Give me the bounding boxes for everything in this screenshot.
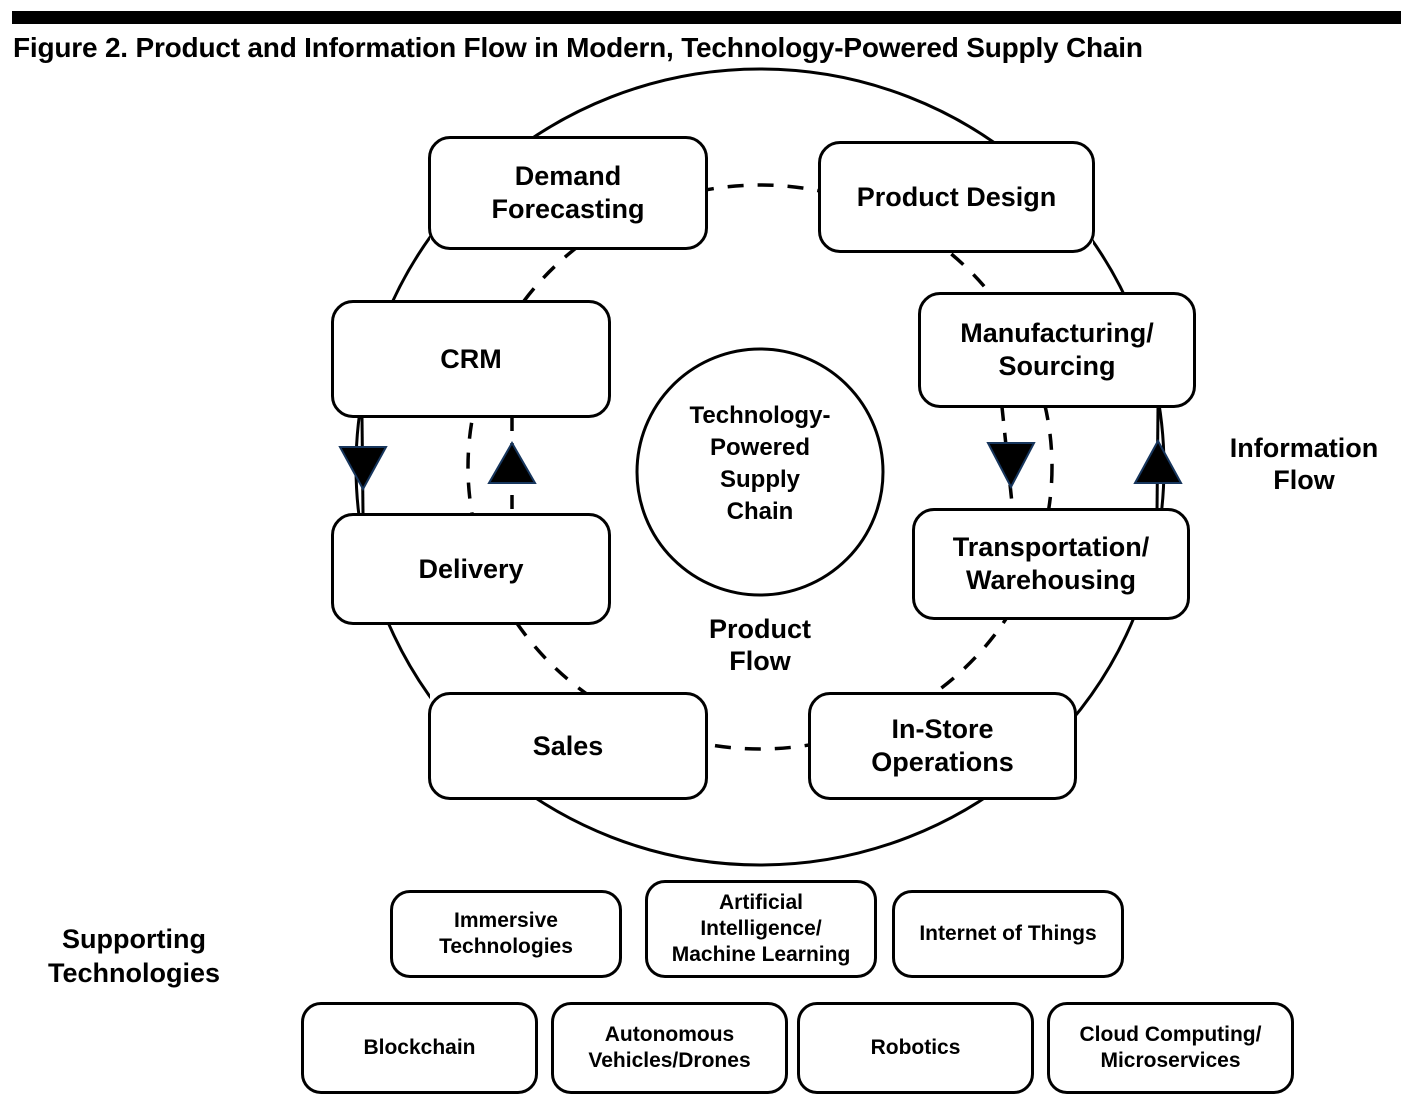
information-flow-label-line2: Flow — [1273, 465, 1335, 496]
node-in-store-operations[interactable]: In-Store Operations — [808, 692, 1077, 800]
information-flow-label: Information Flow — [1204, 432, 1404, 497]
supporting-technologies-section-label: Supporting Technologies — [26, 923, 242, 991]
tech-robotics[interactable]: Robotics — [797, 1002, 1034, 1094]
connector-transportation-to-manufacturing-solid — [1155, 406, 1160, 514]
tech-ai-ml-line2: Intelligence/ — [700, 916, 822, 940]
center-circle-label-line4: Chain — [726, 498, 794, 526]
node-delivery-line1: Delivery — [418, 553, 524, 584]
connector-crm-to-delivery-solid — [360, 416, 365, 514]
information-flow-label-line1: Information — [1229, 433, 1379, 463]
node-in-store-operations-line2: Operations — [871, 747, 1014, 777]
tech-immersive-technologies-line2: Technologies — [439, 935, 573, 958]
tech-autonomous-vehicles-drones[interactable]: Autonomous Vehicles/Drones — [551, 1002, 788, 1094]
tech-ai-ml-line3: Machine Learning — [671, 943, 851, 967]
tech-blockchain[interactable]: Blockchain — [301, 1002, 538, 1094]
tech-artificial-intelligence-machine-learning[interactable]: Artificial Intelligence/ Machine Learnin… — [645, 880, 877, 978]
node-demand-forecasting[interactable]: Demand Forecasting — [428, 136, 708, 250]
node-in-store-operations-line1: In-Store — [891, 714, 994, 745]
tech-autonomous-vehicles-drones-line2: Vehicles/Drones — [588, 1049, 751, 1072]
node-product-design[interactable]: Product Design — [818, 141, 1095, 253]
supporting-technologies-label-line1: Supporting — [62, 924, 206, 954]
tech-ai-ml-line1: Artificial — [718, 890, 804, 914]
node-transportation-warehousing[interactable]: Transportation/ Warehousing — [912, 508, 1190, 620]
node-manufacturing-sourcing-line2: Sourcing — [998, 351, 1116, 381]
center-circle-label-line3: Supply — [719, 466, 800, 494]
top-rule-divider — [12, 11, 1401, 24]
node-manufacturing-sourcing[interactable]: Manufacturing/ Sourcing — [918, 292, 1196, 408]
product-flow-label-line1: Product — [708, 614, 811, 644]
tech-immersive-technologies-line1: Immersive — [454, 908, 558, 932]
node-crm-line1: CRM — [440, 343, 502, 374]
node-manufacturing-sourcing-line1: Manufacturing/ — [960, 318, 1154, 349]
node-delivery[interactable]: Delivery — [331, 513, 611, 625]
figure-title: Figure 2. Product and Information Flow i… — [13, 32, 1143, 63]
arrow-product-flow-right-up — [1133, 438, 1183, 484]
connector-manufacturing-to-transportation-dashed — [1000, 406, 1015, 514]
center-circle-label-line1: Technology- — [689, 402, 831, 429]
node-demand-forecasting-line1: Demand — [514, 161, 622, 192]
node-sales-line1: Sales — [532, 730, 604, 761]
product-flow-label-line2: Flow — [729, 646, 791, 677]
node-demand-forecasting-line2: Forecasting — [491, 194, 645, 224]
arrow-information-flow-right-down — [986, 442, 1036, 490]
supporting-technologies-label-line2: Technologies — [47, 957, 221, 988]
tech-blockchain-line1: Blockchain — [363, 1035, 476, 1059]
tech-robotics-line1: Robotics — [870, 1035, 961, 1059]
tech-internet-of-things-line1: Internet of Things — [919, 921, 1097, 945]
node-transportation-warehousing-line2: Warehousing — [965, 565, 1136, 595]
center-circle-label: Technology- Powered Supply Chain — [660, 400, 860, 529]
center-circle-label-line2: Powered — [709, 434, 811, 462]
tech-cloud-computing-microservices[interactable]: Cloud Computing/ Microservices — [1047, 1002, 1294, 1094]
arrow-information-flow-left-up — [487, 440, 537, 484]
tech-internet-of-things[interactable]: Internet of Things — [892, 890, 1124, 978]
product-flow-label: Product Flow — [660, 613, 860, 678]
tech-cloud-computing-line2: Microservices — [1100, 1049, 1241, 1072]
node-crm[interactable]: CRM — [331, 300, 611, 418]
arrow-product-flow-left-down — [338, 446, 388, 492]
tech-cloud-computing-line1: Cloud Computing/ — [1079, 1022, 1262, 1046]
node-sales[interactable]: Sales — [428, 692, 708, 800]
tech-autonomous-vehicles-drones-line1: Autonomous — [604, 1022, 735, 1046]
node-transportation-warehousing-line1: Transportation/ — [952, 532, 1150, 563]
node-product-design-line1: Product Design — [856, 181, 1057, 212]
figure-canvas: Figure 2. Product and Information Flow i… — [0, 0, 1413, 1112]
tech-immersive-technologies[interactable]: Immersive Technologies — [390, 890, 622, 978]
